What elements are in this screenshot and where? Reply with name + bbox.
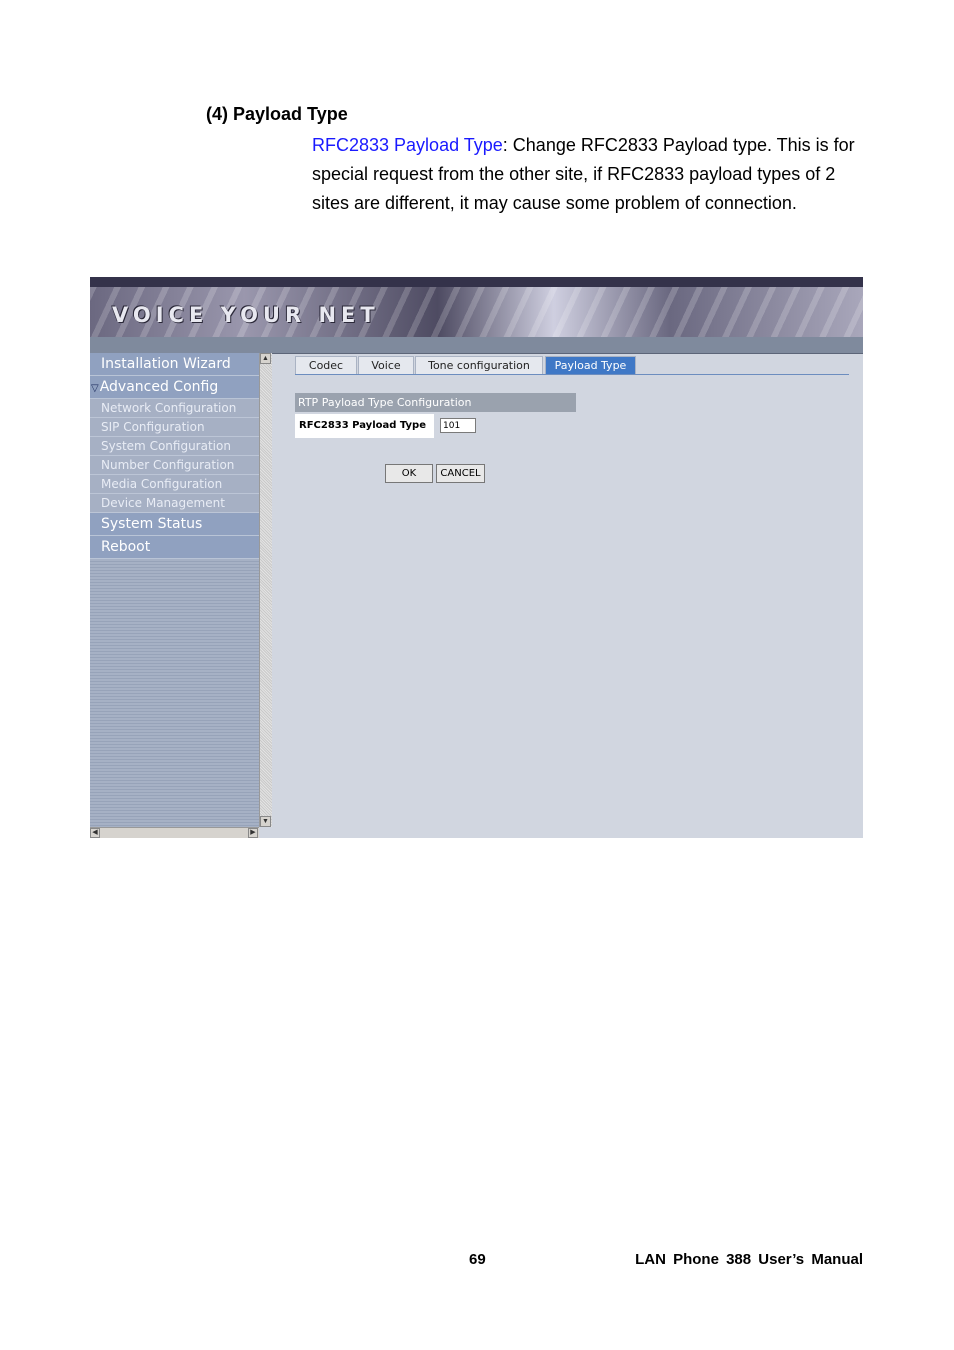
sidebar-vertical-scrollbar[interactable]: ▲ ▼: [259, 353, 272, 827]
sidebar-item-number-configuration[interactable]: Number Configuration: [90, 456, 259, 475]
sidebar-item-installation-wizard[interactable]: Installation Wizard: [90, 353, 259, 376]
scroll-down-icon[interactable]: ▼: [260, 816, 271, 827]
sidebar-item-reboot[interactable]: Reboot: [90, 536, 259, 559]
sidebar-item-sip-configuration[interactable]: SIP Configuration: [90, 418, 259, 437]
description-paragraph: RFC2833 Payload Type: Change RFC2833 Pay…: [312, 131, 857, 218]
tab-divider: [295, 374, 849, 375]
scroll-up-icon[interactable]: ▲: [260, 353, 271, 364]
scroll-right-icon[interactable]: ▶: [248, 828, 258, 838]
rfc2833-payload-type-input[interactable]: [440, 418, 476, 433]
banner-subbar: [90, 337, 863, 354]
sidebar-item-system-status[interactable]: System Status: [90, 513, 259, 536]
sidebar-item-system-configuration[interactable]: System Configuration: [90, 437, 259, 456]
sidebar: Installation Wizard ▽Advanced Config Net…: [90, 353, 259, 838]
sidebar-item-media-configuration[interactable]: Media Configuration: [90, 475, 259, 494]
tab-voice[interactable]: Voice: [358, 356, 414, 374]
sidebar-item-label: Advanced Config: [99, 379, 219, 395]
sidebar-item-device-management[interactable]: Device Management: [90, 494, 259, 513]
term-highlight: RFC2833 Payload Type: [312, 135, 503, 155]
tab-tone-configuration[interactable]: Tone configuration: [415, 356, 543, 374]
sidebar-horizontal-scrollbar[interactable]: ◀ ▶: [90, 827, 259, 838]
tab-codec[interactable]: Codec: [295, 356, 357, 374]
expand-triangle-icon: ▽: [91, 383, 99, 394]
sidebar-item-network-configuration[interactable]: Network Configuration: [90, 399, 259, 418]
ok-button[interactable]: OK: [385, 464, 433, 483]
web-ui-screenshot: VOICE YOUR NET Installation Wizard ▽Adva…: [90, 277, 863, 838]
banner-logo: VOICE YOUR NET: [112, 303, 380, 327]
banner: VOICE YOUR NET: [90, 277, 863, 337]
cancel-button[interactable]: CANCEL: [436, 464, 485, 483]
sidebar-item-advanced-config[interactable]: ▽Advanced Config: [90, 376, 259, 399]
field-row: RFC2833 Payload Type: [295, 414, 576, 438]
field-label: RFC2833 Payload Type: [295, 414, 434, 438]
section-title: RTP Payload Type Configuration: [295, 393, 576, 412]
manual-title: LAN Phone 388 User’s Manual: [635, 1251, 863, 1268]
scroll-left-icon[interactable]: ◀: [90, 828, 100, 838]
tab-payload-type[interactable]: Payload Type: [545, 356, 636, 374]
page-number: 69: [469, 1251, 486, 1268]
section-heading: (4) Payload Type: [206, 104, 348, 124]
